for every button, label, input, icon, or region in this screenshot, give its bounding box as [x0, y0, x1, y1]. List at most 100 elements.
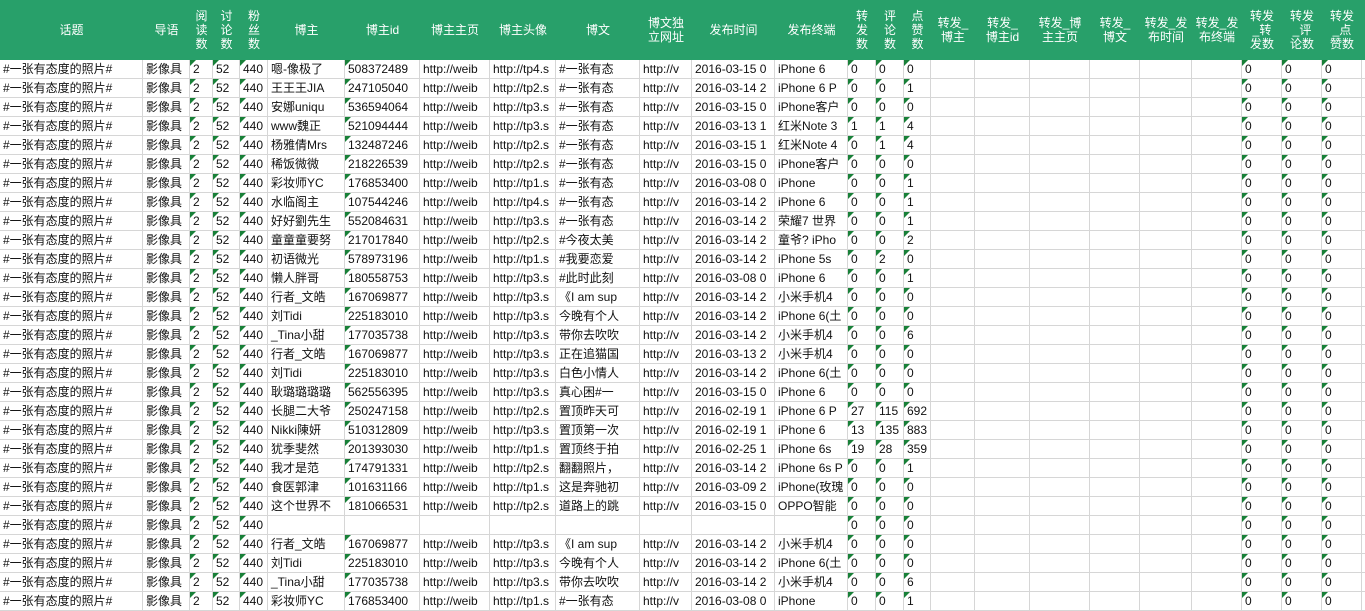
cell-blogger[interactable]: 食医郭津 — [268, 478, 345, 497]
cell-reads[interactable]: 2 — [190, 345, 213, 364]
cell-discussions[interactable]: 52 — [213, 592, 240, 611]
cell-lead[interactable]: 影像具 — [143, 326, 190, 345]
cell-fans[interactable]: 440 — [240, 497, 268, 516]
cell-post[interactable]: 这是奔驰初 — [556, 478, 640, 497]
cell-rt_blogger_home[interactable] — [1030, 326, 1090, 345]
cell-rt_blogger_home[interactable] — [1030, 535, 1090, 554]
cell-likes[interactable]: 0 — [904, 478, 931, 497]
cell-rt_reposts[interactable]: 0 — [1242, 60, 1282, 79]
cell-likes[interactable]: 0 — [904, 98, 931, 117]
cell-topic[interactable]: #一张有态度的照片# — [0, 535, 143, 554]
cell-rt_blogger[interactable] — [931, 364, 975, 383]
cell-fans[interactable]: 440 — [240, 193, 268, 212]
cell-likes[interactable]: 0 — [904, 250, 931, 269]
cell-pub_time[interactable]: 2016-03-14 2 — [692, 326, 775, 345]
cell-rt_likes[interactable]: 0 — [1322, 117, 1362, 136]
cell-discussions[interactable]: 52 — [213, 288, 240, 307]
cell-post_url[interactable]: http://v — [640, 383, 692, 402]
cell-rt_pub_terminal[interactable] — [1192, 117, 1242, 136]
cell-reposts[interactable]: 0 — [848, 60, 876, 79]
cell-rt_pub_terminal[interactable] — [1192, 288, 1242, 307]
cell-comments[interactable]: 1 — [876, 117, 904, 136]
column-header-rt_blogger_id[interactable]: 转发_ 博主id — [975, 0, 1030, 60]
cell-blogger_id[interactable]: 552084631 — [345, 212, 420, 231]
cell-blogger_home[interactable]: http://weib — [420, 288, 490, 307]
cell-reads[interactable]: 2 — [190, 478, 213, 497]
column-header-discussions[interactable]: 讨 论 数 — [213, 0, 240, 60]
cell-pub_terminal[interactable]: iPhone 6(土 — [775, 307, 848, 326]
cell-post[interactable]: 正在追猫国 — [556, 345, 640, 364]
cell-blogger_avatar[interactable]: http://tp3.s — [490, 117, 556, 136]
cell-post_url[interactable]: http://v — [640, 98, 692, 117]
cell-rt_pub_time[interactable] — [1140, 307, 1192, 326]
cell-rt_blogger[interactable] — [931, 136, 975, 155]
cell-lead[interactable]: 影像具 — [143, 364, 190, 383]
cell-rt_post[interactable] — [1090, 573, 1140, 592]
cell-discussions[interactable]: 52 — [213, 554, 240, 573]
cell-lead[interactable]: 影像具 — [143, 269, 190, 288]
cell-rt_blogger_id[interactable] — [975, 592, 1030, 611]
cell-reads[interactable]: 2 — [190, 98, 213, 117]
cell-fans[interactable]: 440 — [240, 79, 268, 98]
cell-blogger_id[interactable]: 250247158 — [345, 402, 420, 421]
cell-rt_reposts[interactable]: 0 — [1242, 212, 1282, 231]
cell-blogger_id[interactable]: 176853400 — [345, 174, 420, 193]
cell-blogger_avatar[interactable]: http://tp3.s — [490, 345, 556, 364]
cell-rt_blogger_home[interactable] — [1030, 307, 1090, 326]
cell-fans[interactable]: 440 — [240, 117, 268, 136]
cell-rt_blogger_id[interactable] — [975, 231, 1030, 250]
cell-discussions[interactable]: 52 — [213, 440, 240, 459]
cell-blogger[interactable]: 水临阁主 — [268, 193, 345, 212]
cell-discussions[interactable]: 52 — [213, 60, 240, 79]
cell-blogger[interactable]: 刘Tidi — [268, 307, 345, 326]
cell-comments[interactable]: 0 — [876, 478, 904, 497]
cell-rt_reposts[interactable]: 0 — [1242, 250, 1282, 269]
cell-rt_likes[interactable]: 0 — [1322, 421, 1362, 440]
cell-reads[interactable]: 2 — [190, 592, 213, 611]
cell-blogger_home[interactable]: http://weib — [420, 345, 490, 364]
cell-rt_reposts[interactable]: 0 — [1242, 497, 1282, 516]
cell-rt_blogger_home[interactable] — [1030, 155, 1090, 174]
cell-likes[interactable]: 6 — [904, 326, 931, 345]
cell-rt_pub_terminal[interactable] — [1192, 516, 1242, 535]
column-header-rt_blogger_home[interactable]: 转发_博 主主页 — [1030, 0, 1090, 60]
cell-topic[interactable]: #一张有态度的照片# — [0, 79, 143, 98]
cell-rt_comments[interactable]: 0 — [1282, 136, 1322, 155]
cell-rt_pub_time[interactable] — [1140, 383, 1192, 402]
cell-rt_likes[interactable]: 0 — [1322, 60, 1362, 79]
cell-rt_pub_time[interactable] — [1140, 345, 1192, 364]
cell-blogger_avatar[interactable]: http://tp3.s — [490, 364, 556, 383]
cell-rt_comments[interactable]: 0 — [1282, 60, 1322, 79]
cell-reposts[interactable]: 0 — [848, 79, 876, 98]
cell-rt_blogger_id[interactable] — [975, 497, 1030, 516]
cell-likes[interactable]: 6 — [904, 573, 931, 592]
cell-blogger_id[interactable]: 225183010 — [345, 364, 420, 383]
cell-pub_terminal[interactable]: iPhone 6(土 — [775, 554, 848, 573]
cell-topic[interactable]: #一张有态度的照片# — [0, 554, 143, 573]
cell-blogger_home[interactable]: http://weib — [420, 535, 490, 554]
cell-blogger[interactable]: 彩妆师YC — [268, 592, 345, 611]
cell-pub_terminal[interactable]: iPhone客户 — [775, 155, 848, 174]
cell-blogger[interactable]: _Tina小甜 — [268, 326, 345, 345]
cell-blogger[interactable]: 犹季斐然 — [268, 440, 345, 459]
cell-blogger_avatar[interactable]: http://tp1.s — [490, 174, 556, 193]
cell-discussions[interactable]: 52 — [213, 402, 240, 421]
cell-reposts[interactable]: 0 — [848, 307, 876, 326]
cell-blogger[interactable]: 长腿二大爷 — [268, 402, 345, 421]
cell-pub_time[interactable]: 2016-03-15 0 — [692, 497, 775, 516]
cell-likes[interactable]: 0 — [904, 516, 931, 535]
cell-blogger_home[interactable]: http://weib — [420, 193, 490, 212]
cell-rt_pub_terminal[interactable] — [1192, 497, 1242, 516]
cell-likes[interactable]: 0 — [904, 288, 931, 307]
cell-rt_blogger_home[interactable] — [1030, 136, 1090, 155]
cell-rt_blogger_home[interactable] — [1030, 212, 1090, 231]
cell-blogger_id[interactable]: 177035738 — [345, 573, 420, 592]
cell-rt_post[interactable] — [1090, 155, 1140, 174]
cell-blogger_home[interactable]: http://weib — [420, 231, 490, 250]
column-header-rt_blogger[interactable]: 转发_ 博主 — [931, 0, 975, 60]
cell-blogger[interactable]: 行者_文皓 — [268, 288, 345, 307]
cell-blogger_home[interactable]: http://weib — [420, 383, 490, 402]
column-header-rt_pub_terminal[interactable]: 转发_发 布终端 — [1192, 0, 1242, 60]
column-header-blogger_home[interactable]: 博主主页 — [420, 0, 490, 60]
cell-rt_comments[interactable]: 0 — [1282, 307, 1322, 326]
